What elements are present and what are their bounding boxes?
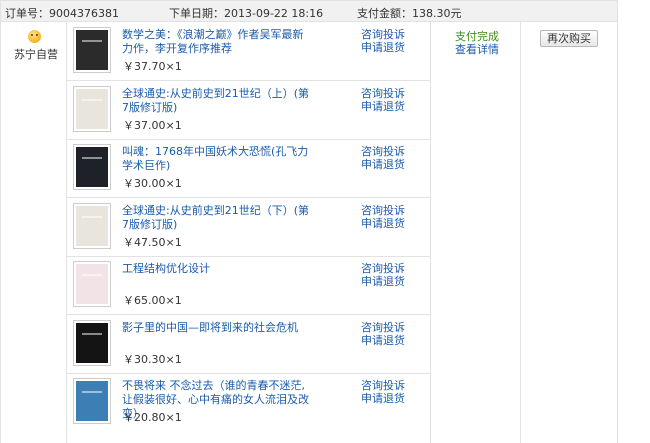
book-cover-image[interactable]: [73, 378, 111, 424]
order-number: 订单号：9004376381: [5, 5, 119, 21]
product-price: ￥20.80×1: [123, 411, 182, 424]
product-title-link[interactable]: 影子里的中国—即将到来的社会危机: [122, 321, 310, 335]
rebuy-button[interactable]: 再次购买: [540, 30, 598, 47]
consult-complaint-link[interactable]: 咨询投诉: [361, 262, 421, 275]
consult-complaint-link[interactable]: 咨询投诉: [361, 321, 421, 334]
return-request-link[interactable]: 申请退货: [361, 392, 421, 405]
return-request-link[interactable]: 申请退货: [361, 275, 421, 288]
consult-complaint-link[interactable]: 咨询投诉: [361, 379, 421, 392]
return-request-link[interactable]: 申请退货: [361, 100, 421, 113]
list-item: 不畏将来 不念过去（谁的青春不迷茫,让假装很好、心中有痛的女人流泪及改变） ￥20…: [66, 373, 430, 431]
list-item: 叫魂：1768年中国妖术大恐慌(孔飞力 学术巨作) ￥30.00×1 咨询投诉 申请退…: [66, 139, 430, 197]
product-title-link[interactable]: 工程结构优化设计: [122, 262, 310, 276]
order-date-label: 下单日期：: [169, 7, 224, 20]
status-text: 支付完成: [455, 30, 499, 43]
book-cover: [76, 147, 108, 187]
consult-complaint-link[interactable]: 咨询投诉: [361, 204, 421, 217]
book-cover: [76, 264, 108, 304]
item-actions: 咨询投诉 申请退货: [361, 379, 421, 405]
product-title-link[interactable]: 全球通史:从史前史到21世纪（下）(第7版修订版): [122, 204, 310, 232]
list-item: 工程结构优化设计 ￥65.00×1 咨询投诉 申请退货: [66, 256, 430, 314]
consult-complaint-link[interactable]: 咨询投诉: [361, 87, 421, 100]
divider: [520, 22, 521, 443]
order-status: 支付完成 查看详情: [455, 30, 499, 56]
product-title-link[interactable]: 全球通史:从史前史到21世纪（上）(第7版修订版): [122, 87, 310, 115]
item-actions: 咨询投诉 申请退货: [361, 262, 421, 288]
product-title-link[interactable]: 叫魂：1768年中国妖术大恐慌(孔飞力 学术巨作): [122, 145, 310, 173]
consult-complaint-link[interactable]: 咨询投诉: [361, 28, 421, 41]
list-item: 全球通史:从史前史到21世纪（下）(第7版修订版) ￥47.50×1 咨询投诉 申请退…: [66, 198, 430, 256]
order-date-value: 2013-09-22 18:16: [224, 7, 324, 20]
order-number-label: 订单号：: [5, 7, 49, 20]
book-cover: [76, 381, 108, 421]
book-cover: [76, 322, 108, 363]
book-cover-image[interactable]: [73, 319, 111, 366]
return-request-link[interactable]: 申请退货: [361, 158, 421, 171]
order-amount-label: 支付金额：: [357, 7, 412, 20]
return-request-link[interactable]: 申请退货: [361, 217, 421, 230]
shop-info: 苏宁自营: [14, 30, 58, 62]
list-item: 数学之美：《浪潮之巅》作者吴军最新力作，李开复作序推荐 ￥37.70×1 咨询投诉申…: [66, 22, 430, 80]
item-actions: 咨询投诉 申请退货: [361, 87, 421, 113]
book-cover: [76, 205, 108, 246]
order-amount-value: 138.30元: [412, 7, 462, 20]
item-actions: 咨询投诉 申请退货: [361, 321, 421, 347]
book-cover-image[interactable]: [73, 85, 111, 132]
list-item: 影子里的中国—即将到来的社会危机 ￥30.30×1 咨询投诉 申请退货: [66, 315, 430, 373]
product-price: ￥47.50×1: [123, 235, 182, 249]
book-cover: [76, 30, 108, 70]
product-price: ￥30.00×1: [123, 177, 182, 190]
list-item: 全球通史:从史前史到21世纪（上）(第7版修订版) ￥37.00×1 咨询投诉 申请退…: [66, 81, 430, 139]
shop-name: 苏宁自营: [14, 48, 58, 61]
order-amount: 支付金额：138.30元: [357, 5, 462, 21]
product-price: ￥37.00×1: [123, 118, 182, 132]
item-actions: 咨询投诉 申请退货: [361, 145, 421, 171]
product-price: ￥37.70×1: [123, 60, 182, 73]
item-actions: 咨询投诉 申请退货: [361, 204, 421, 230]
consult-complaint-link[interactable]: 咨询投诉: [361, 145, 421, 158]
book-cover-image[interactable]: [73, 144, 111, 190]
item-actions: 咨询投诉 申请退货: [361, 28, 421, 54]
return-request-link[interactable]: 申请退货: [361, 334, 421, 347]
return-request-link[interactable]: 申请退货: [361, 41, 421, 54]
book-cover: [76, 88, 108, 129]
order-number-value: 9004376381: [49, 7, 119, 20]
smiley-icon: [27, 30, 41, 43]
book-cover-image[interactable]: [73, 261, 111, 307]
order-header: 订单号：9004376381 下单日期：2013-09-22 18:16 支付金…: [0, 0, 618, 22]
product-title-link[interactable]: 数学之美：《浪潮之巅》作者吴军最新力作，李开复作序推荐: [122, 28, 310, 56]
product-price: ￥30.30×1: [123, 352, 182, 366]
product-price: ￥65.00×1: [123, 294, 182, 307]
divider: [430, 22, 431, 443]
book-cover-image[interactable]: [73, 27, 111, 73]
order-date: 下单日期：2013-09-22 18:16: [169, 5, 323, 21]
view-detail-link[interactable]: 查看详情: [455, 43, 499, 56]
book-cover-image[interactable]: [73, 202, 111, 249]
